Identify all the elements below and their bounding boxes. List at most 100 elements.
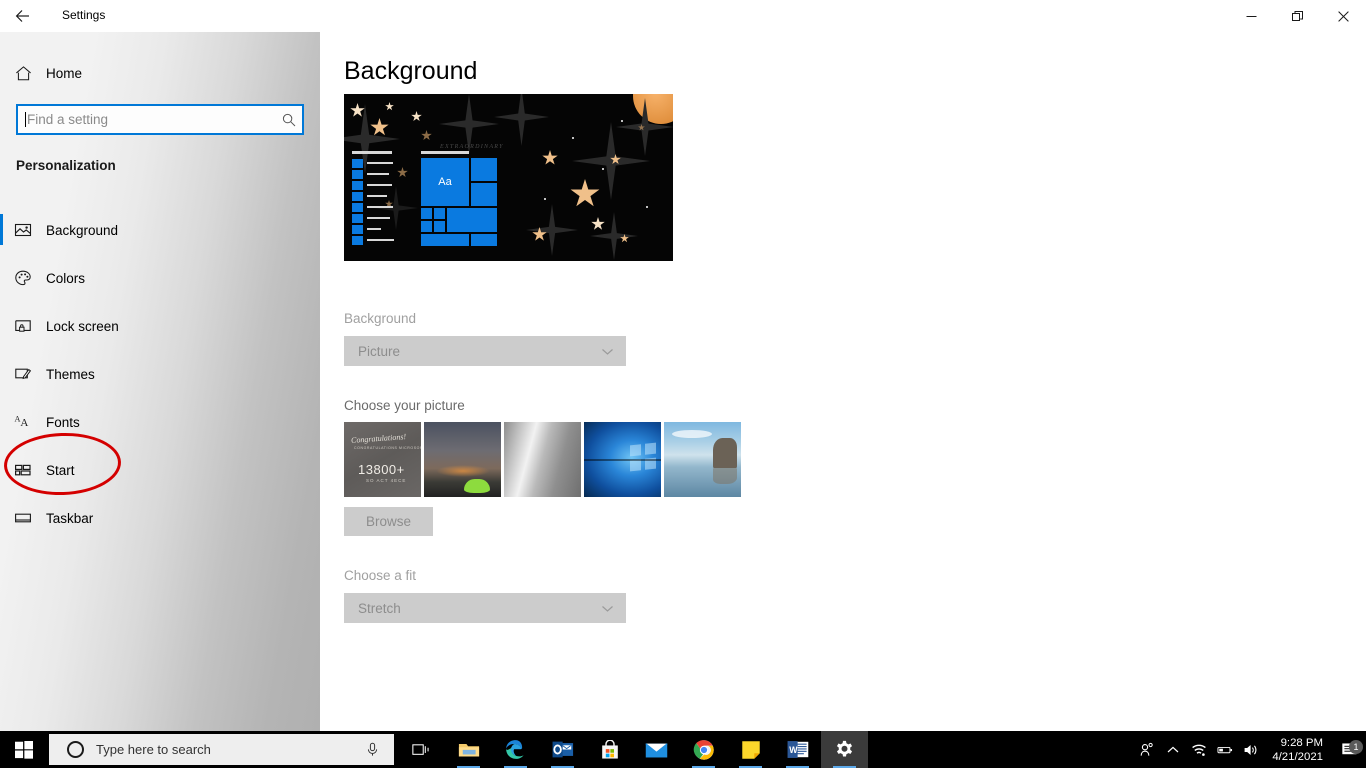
system-tray: 9:28 PM 4/21/2021 1 [1134, 731, 1366, 768]
tile-small [434, 207, 445, 219]
sidebar-item-colors[interactable]: Colors [0, 254, 320, 302]
microsoft-word-icon: W [787, 741, 808, 758]
thumbnail-night-tent[interactable] [424, 422, 501, 497]
thumbnail-congratulations[interactable]: Congratulations! CONGRATULATIONS MICROSO… [344, 422, 421, 497]
tile-small [471, 182, 497, 206]
sidebar-item-background[interactable]: Background [0, 206, 320, 254]
palette-icon [0, 269, 46, 287]
mail-icon [645, 742, 668, 757]
start-menu-app-list [352, 151, 398, 246]
fit-dropdown[interactable]: Stretch [344, 593, 626, 623]
taskbar-search-placeholder: Type here to search [96, 742, 211, 757]
tile-small [471, 157, 497, 181]
list-item [352, 235, 398, 246]
tile-small [421, 207, 432, 219]
task-view-icon [412, 743, 429, 755]
star-dot [646, 206, 648, 208]
sidebar-item-start[interactable]: Start [0, 446, 320, 494]
tile-label: Aa [438, 175, 452, 188]
tile-wide [421, 233, 469, 246]
sparkle-graphic [494, 94, 549, 146]
taskbar-app-list: W [398, 731, 868, 768]
outlook-button[interactable] [539, 731, 586, 768]
star-dot [544, 198, 546, 200]
sidebar-item-fonts[interactable]: A A Fonts [0, 398, 320, 446]
people-icon[interactable] [1134, 742, 1160, 758]
picture-icon [0, 221, 46, 239]
chevron-up-icon[interactable] [1160, 742, 1186, 758]
search-icon[interactable] [276, 113, 302, 127]
action-center-button[interactable]: 1 [1332, 740, 1366, 758]
thumbnail-big-number: 13800+ [358, 462, 405, 477]
star-graphic [570, 179, 600, 207]
list-item [352, 191, 398, 202]
chevron-down-icon [601, 602, 614, 615]
windows-taskbar: Type here to search W 9:28 PM 4/21/2021 … [0, 731, 1366, 768]
settings-button[interactable] [821, 731, 868, 768]
star-graphic [421, 130, 432, 141]
sidebar-label-colors: Colors [46, 270, 86, 286]
sidebar-item-lock-screen[interactable]: Lock screen [0, 302, 320, 350]
fit-field-label: Choose a fit [344, 568, 417, 583]
wifi-icon[interactable] [1186, 742, 1212, 758]
rock-graphic [713, 438, 737, 468]
page-title: Background [344, 57, 478, 85]
sidebar-label-background: Background [46, 222, 119, 238]
main-content: Background EXTRAORDINARY Aa Background P… [320, 0, 1366, 735]
tile-wide [471, 233, 497, 246]
tile-wide [447, 207, 497, 232]
sidebar-item-home[interactable]: Home [0, 58, 320, 88]
thumbnail-subcaption: CONGRATULATIONS MICROSOFT REWARDS [354, 446, 421, 450]
sidebar-section-title: Personalization [16, 158, 116, 173]
battery-icon[interactable] [1212, 742, 1238, 758]
thumbnail-windows-hero[interactable] [584, 422, 661, 497]
sticky-notes-icon [741, 740, 760, 759]
microsoft-edge-button[interactable] [492, 731, 539, 768]
start-button[interactable] [0, 731, 48, 768]
sidebar-item-taskbar[interactable]: Taskbar [0, 494, 320, 542]
thumbnail-rock-face[interactable] [504, 422, 581, 497]
sidebar-label-lock-screen: Lock screen [46, 318, 119, 334]
moon-graphic [633, 94, 673, 124]
microsoft-word-button[interactable]: W [774, 731, 821, 768]
start-tiles-icon [0, 461, 46, 479]
microsoft-store-icon [601, 739, 618, 759]
search-input[interactable]: Find a setting [16, 104, 304, 135]
svg-text:A: A [20, 417, 28, 429]
sparkle-graphic [526, 204, 578, 256]
chevron-down-icon [601, 345, 614, 358]
speaker-icon[interactable] [1238, 742, 1264, 758]
fit-value: Stretch [358, 600, 401, 616]
minimize-icon [1246, 15, 1256, 17]
browse-button[interactable]: Browse [344, 507, 433, 536]
settings-sidebar: Home Find a setting Personalization Back… [0, 0, 320, 735]
microsoft-store-button[interactable] [586, 731, 633, 768]
sidebar-home-label: Home [46, 65, 83, 81]
taskbar-search-box[interactable]: Type here to search [49, 734, 394, 765]
sidebar-item-themes[interactable]: Themes [0, 350, 320, 398]
star-graphic [385, 102, 394, 111]
rock-reflection-graphic [713, 468, 737, 484]
google-chrome-button[interactable] [680, 731, 727, 768]
star-graphic [397, 167, 408, 178]
task-view-button[interactable] [398, 731, 445, 768]
thumbnail-beach-rock[interactable] [664, 422, 741, 497]
star-dot [602, 168, 604, 170]
windows-start-icon [15, 740, 33, 759]
file-explorer-button[interactable] [445, 731, 492, 768]
taskbar-clock[interactable]: 9:28 PM 4/21/2021 [1272, 736, 1323, 764]
close-icon [1337, 10, 1349, 22]
sticky-notes-button[interactable] [727, 731, 774, 768]
mail-button[interactable] [633, 731, 680, 768]
back-button[interactable] [0, 0, 46, 32]
close-button[interactable] [1320, 0, 1366, 32]
minimize-button[interactable] [1228, 0, 1274, 32]
clock-date: 4/21/2021 [1272, 750, 1323, 763]
start-menu-tiles: Aa [421, 151, 497, 246]
restore-button[interactable] [1274, 0, 1320, 32]
microphone-icon[interactable] [365, 742, 380, 757]
background-type-dropdown[interactable]: Picture [344, 336, 626, 366]
background-type-value: Picture [358, 343, 401, 359]
list-item [352, 169, 398, 180]
back-arrow-icon [15, 10, 29, 22]
